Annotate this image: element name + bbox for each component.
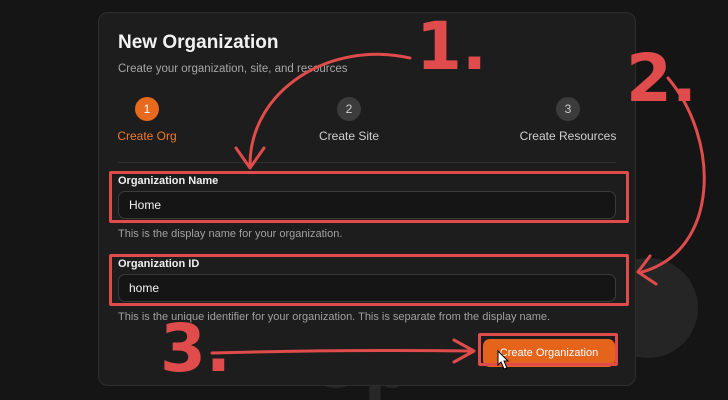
arrow-1 bbox=[248, 52, 412, 167]
annotation-arrows bbox=[210, 52, 706, 370]
arrow-2 bbox=[640, 76, 706, 274]
arrow-3 bbox=[210, 348, 472, 355]
cursor-icon bbox=[497, 349, 510, 370]
